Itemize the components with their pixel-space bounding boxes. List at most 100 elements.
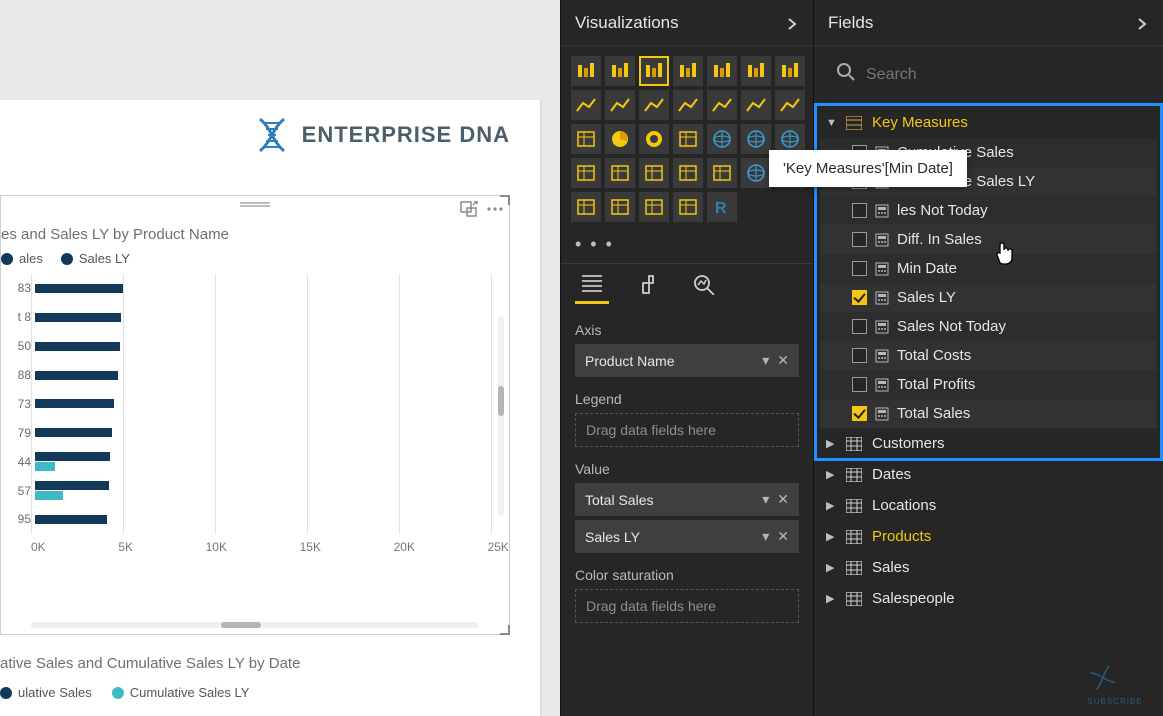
well-value-item[interactable]: Sales LY ▾✕	[575, 520, 799, 553]
viz-map[interactable]	[707, 124, 737, 154]
viz-more-icon[interactable]: • • •	[561, 230, 813, 263]
chart-visual-1[interactable]: es and Sales LY by Product Name ales Sal…	[0, 195, 510, 635]
viz-scatter[interactable]	[571, 124, 601, 154]
visualizations-header[interactable]: Visualizations	[561, 0, 813, 46]
field-total-sales[interactable]: Total Sales	[820, 399, 1157, 428]
viz-clustered-bar-h[interactable]	[741, 56, 771, 86]
checkbox[interactable]	[852, 406, 867, 421]
viz-funnel[interactable]	[639, 158, 669, 188]
viz-stacked-bar[interactable]	[571, 56, 601, 86]
tab-format-icon[interactable]	[631, 270, 665, 304]
bar-row[interactable]: 57	[31, 480, 509, 502]
checkbox[interactable]	[852, 348, 867, 363]
search-field[interactable]	[866, 66, 1141, 84]
table-dates[interactable]: ▶Dates	[820, 459, 1157, 490]
chevron-down-icon[interactable]: ▾	[762, 352, 769, 369]
checkbox[interactable]	[852, 261, 867, 276]
legend-item-sales[interactable]: ales	[1, 251, 43, 266]
tab-fields-icon[interactable]	[575, 270, 609, 304]
bar-series-1[interactable]	[35, 515, 107, 524]
scrollbar-thumb[interactable]	[221, 622, 261, 628]
viz-line-stacked[interactable]	[707, 90, 737, 120]
viz-line-clustered[interactable]	[673, 90, 703, 120]
table-locations[interactable]: ▶Locations	[820, 490, 1157, 521]
bar-series-1[interactable]	[35, 313, 121, 322]
bar-series-1[interactable]	[35, 428, 112, 437]
viz-multi-card[interactable]	[707, 158, 737, 188]
field-total-costs[interactable]: Total Costs	[820, 341, 1157, 370]
checkbox[interactable]	[852, 377, 867, 392]
checkbox[interactable]	[852, 290, 867, 305]
viz-table[interactable]	[605, 192, 635, 222]
viz-clustered-column[interactable]	[639, 56, 669, 86]
bar-series-1[interactable]	[35, 452, 110, 461]
legend-item-salesly[interactable]: Sales LY	[61, 251, 130, 266]
bar-series-1[interactable]	[35, 371, 118, 380]
resize-handle-br[interactable]	[500, 625, 510, 635]
field-sales-ly[interactable]: Sales LY	[820, 283, 1157, 312]
fields-header[interactable]: Fields	[814, 0, 1163, 46]
field-diff-in-sales[interactable]: Diff. In Sales	[820, 225, 1157, 254]
viz-card[interactable]	[673, 158, 703, 188]
report-canvas[interactable]: ENTERPRISE DNA es and Sales LY by Produc…	[0, 0, 560, 716]
chevron-down-icon[interactable]: ▾	[762, 528, 769, 545]
bar-row[interactable]: 44	[31, 451, 509, 473]
drag-handle[interactable]	[240, 201, 270, 207]
table-sales[interactable]: ▶Sales	[820, 552, 1157, 583]
viz-gauge[interactable]	[605, 158, 635, 188]
bar-series-1[interactable]	[35, 284, 123, 293]
field-les-not-today[interactable]: les Not Today	[820, 196, 1157, 225]
bar-row[interactable]: 50	[31, 335, 509, 357]
viz-stacked-column-100[interactable]	[775, 56, 805, 86]
field-sales-not-today[interactable]: Sales Not Today	[820, 312, 1157, 341]
viz-area[interactable]	[605, 90, 635, 120]
more-options-icon[interactable]	[486, 201, 504, 217]
well-colorsat-drop[interactable]: Drag data fields here	[575, 589, 799, 623]
well-axis-item[interactable]: Product Name ▾✕	[575, 344, 799, 377]
viz-treemap[interactable]	[673, 124, 703, 154]
bar-row[interactable]: 88	[31, 364, 509, 386]
close-icon[interactable]: ✕	[777, 528, 789, 545]
tab-analytics-icon[interactable]	[687, 270, 721, 304]
viz-stacked-area[interactable]	[639, 90, 669, 120]
checkbox[interactable]	[852, 232, 867, 247]
table-key-measures[interactable]: ▼ Key Measures	[820, 107, 1157, 138]
viz-slicer[interactable]	[571, 192, 601, 222]
viz-ribbon[interactable]	[741, 90, 771, 120]
search-input[interactable]	[828, 56, 1149, 93]
chevron-down-icon[interactable]: ▾	[762, 491, 769, 508]
close-icon[interactable]: ✕	[777, 491, 789, 508]
viz-matrix-2[interactable]	[673, 192, 703, 222]
well-legend-drop[interactable]: Drag data fields here	[575, 413, 799, 447]
scrollbar-horizontal[interactable]	[31, 622, 479, 628]
bar-row[interactable]: 73	[31, 393, 509, 415]
viz-line[interactable]	[571, 90, 601, 120]
viz-pie[interactable]	[605, 124, 635, 154]
scrollbar-thumb[interactable]	[498, 386, 504, 416]
bar-series-2[interactable]	[35, 462, 55, 471]
viz-clustered-bar[interactable]	[605, 56, 635, 86]
bar-series-1[interactable]	[35, 481, 109, 490]
bar-series-2[interactable]	[35, 491, 63, 500]
table-salespeople[interactable]: ▶Salespeople	[820, 583, 1157, 614]
viz-stacked-bar-100[interactable]	[707, 56, 737, 86]
well-value-item[interactable]: Total Sales ▾✕	[575, 483, 799, 516]
checkbox[interactable]	[852, 319, 867, 334]
viz-stacked-column[interactable]	[673, 56, 703, 86]
close-icon[interactable]: ✕	[777, 352, 789, 369]
viz-donut[interactable]	[639, 124, 669, 154]
viz-funnel-h[interactable]	[571, 158, 601, 188]
table-products[interactable]: ▶Products	[820, 521, 1157, 552]
bar-row[interactable]: 95	[31, 508, 509, 530]
bar-series-1[interactable]	[35, 399, 114, 408]
scrollbar-vertical[interactable]	[498, 316, 504, 516]
field-min-date[interactable]: Min Date	[820, 254, 1157, 283]
focus-mode-icon[interactable]	[460, 201, 478, 217]
chevron-right-icon[interactable]	[1135, 16, 1149, 30]
chevron-right-icon[interactable]	[785, 16, 799, 30]
viz-r-visual[interactable]: R	[707, 192, 737, 222]
checkbox[interactable]	[852, 203, 867, 218]
viz-matrix[interactable]	[639, 192, 669, 222]
bar-row[interactable]: 79	[31, 422, 509, 444]
legend-item-cumsalesly[interactable]: Cumulative Sales LY	[112, 685, 250, 700]
